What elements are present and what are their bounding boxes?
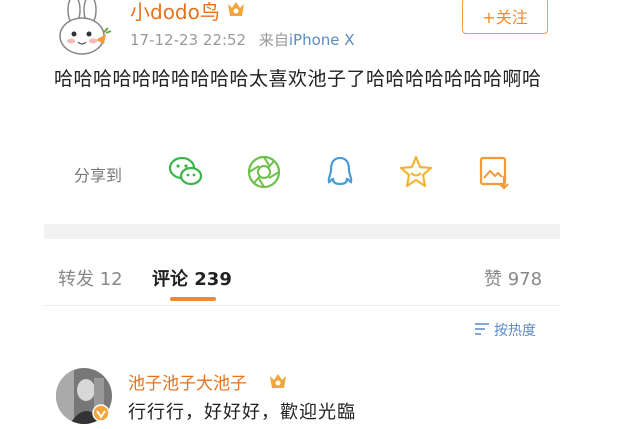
tab-bar-divider — [44, 305, 560, 306]
post-timestamp: 17-12-23 22:52 — [130, 31, 247, 49]
tab-repost[interactable]: 转发 12 — [58, 265, 123, 291]
tab-likes-count: 978 — [507, 269, 543, 290]
avatar[interactable] — [44, 0, 114, 58]
tab-repost-label: 转发 — [58, 269, 94, 290]
comment-vip-badge-icon — [268, 372, 288, 394]
post-source[interactable]: iPhone X — [289, 31, 355, 49]
post-source-prefix: 来自 — [258, 31, 289, 49]
tab-comments-count: 239 — [194, 269, 232, 290]
moments-icon[interactable] — [244, 152, 284, 192]
post-meta: 17-12-23 22:52 来自iPhone X — [130, 29, 355, 50]
tab-likes[interactable]: 赞 978 — [484, 265, 542, 291]
active-tab-indicator — [170, 297, 216, 301]
favorite-icon[interactable] — [396, 152, 436, 192]
comment-username[interactable]: 池子池子大池子 — [128, 369, 247, 394]
verified-badge-icon — [92, 404, 110, 422]
tab-repost-count: 12 — [99, 269, 123, 290]
tab-likes-label: 赞 — [484, 269, 502, 290]
sort-label: 按热度 — [494, 323, 536, 339]
comment-text: 行行行，好好好，歡迎光臨 — [128, 402, 356, 423]
qq-icon[interactable] — [320, 152, 360, 192]
sort-by-hot-button[interactable]: 按热度 — [474, 320, 536, 340]
vip-badge-icon — [226, 0, 246, 22]
tab-comments-label: 评论 — [152, 269, 188, 290]
sort-icon — [474, 322, 490, 340]
post-text: 哈哈哈哈哈哈哈哈哈哈太喜欢池子了哈哈哈哈哈哈哈啊哈 — [54, 68, 542, 90]
wechat-icon[interactable] — [166, 152, 206, 192]
save-image-icon[interactable] — [474, 152, 514, 192]
section-divider — [44, 224, 560, 239]
post-username[interactable]: 小dodo鸟 — [130, 0, 220, 25]
follow-button[interactable]: +关注 — [462, 0, 548, 34]
tab-comments[interactable]: 评论 239 — [152, 265, 232, 291]
share-label: 分享到 — [74, 166, 123, 185]
